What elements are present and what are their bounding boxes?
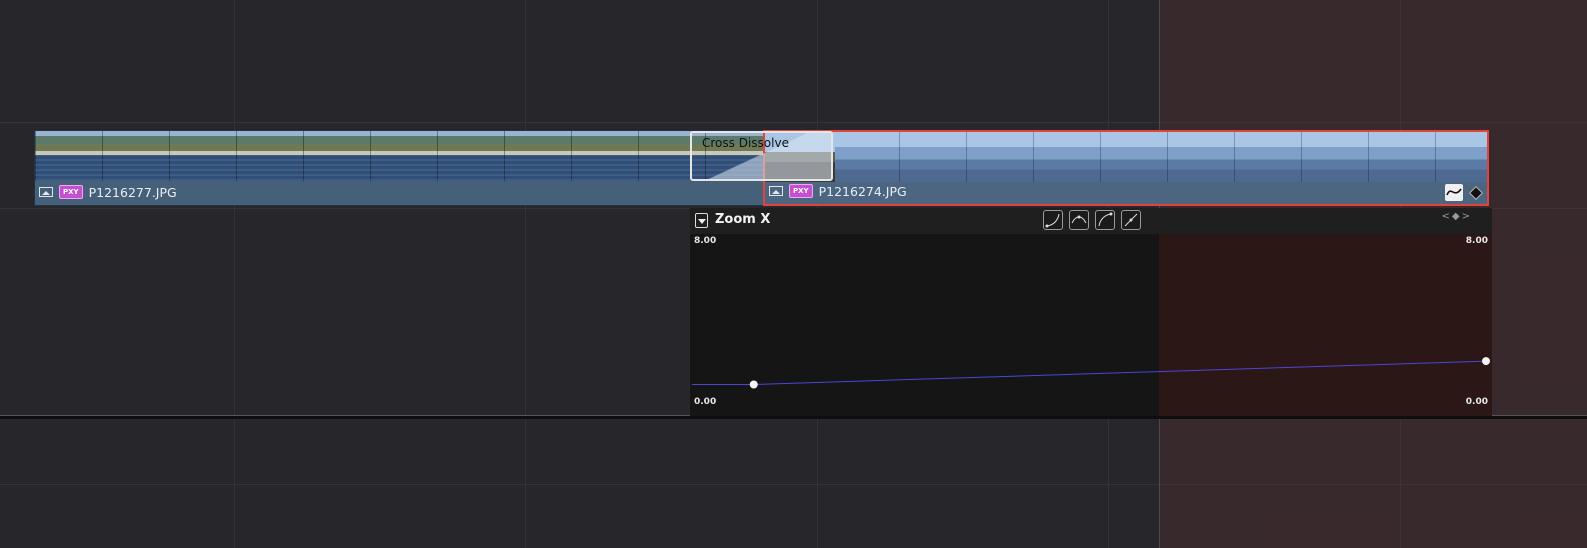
clip-thumbnails [765, 132, 1487, 182]
ease-both-icon[interactable] [1069, 210, 1089, 230]
clip-label: PXY P1216274.JPG [769, 181, 907, 201]
linear-icon[interactable] [1121, 210, 1141, 230]
image-icon [39, 187, 53, 197]
clip-name: P1216274.JPG [818, 183, 907, 199]
prev-keyframe-icon[interactable]: < [1442, 211, 1452, 222]
keyframe-point[interactable] [749, 380, 758, 389]
ease-out-icon[interactable] [1095, 210, 1115, 230]
keyframe-point[interactable] [1482, 357, 1490, 366]
curve-editor-icon[interactable] [1445, 184, 1463, 201]
curve-graph[interactable] [690, 234, 1492, 416]
keyframe-curve-editor[interactable]: Zoom X <◆> 8.00 8.00 0.00 0.00 [690, 208, 1492, 416]
grid-line [525, 0, 526, 548]
keyframe-navigator: <◆> [1442, 211, 1472, 222]
timeline-clip[interactable]: PXY P1216277.JPG [34, 130, 764, 206]
transition-label: Cross Dissolve [702, 136, 789, 150]
clip-name: P1216277.JPG [88, 184, 177, 200]
proxy-badge: PXY [59, 185, 83, 199]
ease-in-icon[interactable] [1043, 210, 1063, 230]
cross-dissolve-transition[interactable]: Cross Dissolve [690, 131, 833, 181]
curve-title: Zoom X [715, 212, 771, 227]
add-keyframe-icon[interactable]: ◆ [1452, 211, 1462, 222]
clip-label: PXY P1216277.JPG [39, 182, 177, 202]
curve-segment [753, 360, 1488, 385]
proxy-badge: PXY [789, 184, 813, 198]
chevron-down-icon[interactable] [695, 213, 708, 228]
keyframe-diamond-icon[interactable] [1468, 185, 1484, 201]
grid-line [234, 0, 235, 548]
next-keyframe-icon[interactable]: > [1462, 211, 1472, 222]
timeline-clip-selected[interactable]: PXY P1216274.JPG [763, 130, 1489, 206]
curve-editor-header: Zoom X <◆> [690, 208, 1492, 234]
image-icon [769, 186, 783, 196]
clip-thumbnails [35, 131, 763, 181]
